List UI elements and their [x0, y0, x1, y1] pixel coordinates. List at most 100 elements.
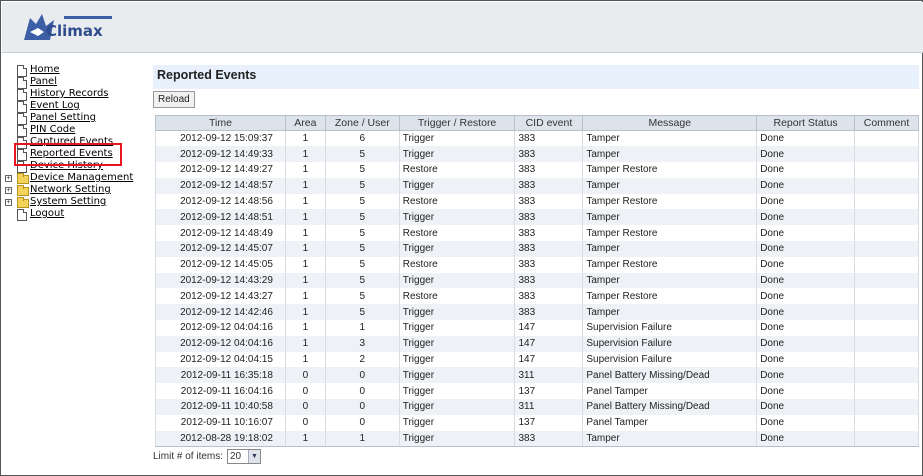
table-row: 2012-09-12 14:48:49 1 5 Restore 383 Tamper Re… [155, 225, 920, 242]
table-cell [853, 209, 920, 226]
table-cell: Tamper [582, 209, 758, 226]
table-cell: Done [756, 177, 855, 194]
sidebar-item-label[interactable]: System Setting [30, 196, 106, 208]
table-cell: 1 [284, 193, 326, 210]
table-cell: 1 [324, 430, 400, 447]
table-cell: 5 [324, 241, 400, 257]
table-cell [853, 367, 920, 384]
table-cell: 2012-09-12 14:45:07 [155, 241, 286, 257]
title-bar: Reported Events [153, 65, 919, 89]
table-cell: 2012-09-11 16:35:18 [155, 367, 286, 384]
table-cell: 383 [514, 177, 584, 194]
table-header-row: Time Area Zone / User Trigger / Restore CID … [155, 115, 920, 131]
table-cell: Tamper [582, 272, 758, 289]
table-row: 2012-09-11 10:16:07 0 0 Trigger 137 Panel Tam… [155, 414, 920, 431]
table-cell: 2012-09-12 14:48:49 [155, 225, 286, 242]
table-cell: 5 [324, 225, 400, 242]
table-cell: 5 [324, 288, 400, 305]
expand-plus-icon[interactable]: + [5, 175, 12, 182]
sidebar-item-label[interactable]: Logout [30, 208, 64, 220]
table-cell: Trigger [398, 146, 516, 163]
table-cell: 383 [514, 193, 584, 210]
table-cell: Trigger [398, 241, 516, 257]
table-cell: 5 [324, 146, 400, 163]
doc-icon [17, 65, 27, 77]
table-row: 2012-09-12 14:48:51 1 5 Trigger 383 Tamper Don… [155, 209, 920, 226]
table-row: 2012-09-12 04:04:16 1 3 Trigger 147 Supervisi… [155, 335, 920, 352]
table-cell [853, 399, 920, 415]
table-cell: Tamper [582, 304, 758, 321]
sidebar-item-label[interactable]: Device Management [30, 172, 133, 184]
table-cell: 5 [324, 162, 400, 178]
table-cell: 383 [514, 209, 584, 226]
table-row: 2012-09-12 04:04:15 1 2 Trigger 147 Supervisi… [155, 351, 920, 368]
table-cell: Trigger [398, 272, 516, 289]
reload-button[interactable]: Reload [153, 91, 195, 108]
table-cell: Done [756, 130, 855, 147]
table-cell: 5 [324, 209, 400, 226]
table-cell: Restore [398, 225, 516, 242]
sidebar-item-label[interactable]: Home [30, 64, 60, 76]
table-cell: 1 [284, 225, 326, 242]
table-cell: 2012-09-12 14:42:46 [155, 304, 286, 321]
table-cell: Trigger [398, 399, 516, 415]
table-cell: 1 [284, 288, 326, 305]
table-cell: 2012-09-12 04:04:16 [155, 335, 286, 352]
climax-logo[interactable]: Climax [20, 10, 120, 48]
table-cell: Tamper Restore [582, 193, 758, 210]
column-header: Comment [853, 115, 920, 131]
chevron-down-icon[interactable]: ▼ [248, 450, 260, 463]
limit-select[interactable]: 20 ▼ [227, 449, 261, 464]
table-cell: 1 [284, 304, 326, 321]
sidebar-item-label[interactable]: History Records [30, 88, 109, 100]
table-cell: 383 [514, 225, 584, 242]
expand-plus-icon[interactable]: + [5, 187, 12, 194]
table-cell: Done [756, 320, 855, 336]
table-cell: Tamper Restore [582, 162, 758, 178]
table-cell: 0 [284, 367, 326, 384]
table-cell: 2012-09-12 14:43:29 [155, 272, 286, 289]
sidebar-item-label[interactable]: Panel [30, 76, 57, 88]
table-cell: Trigger [398, 367, 516, 384]
header-bar: Climax [2, 2, 923, 53]
table-cell: Trigger [398, 130, 516, 147]
table-cell: Panel Tamper [582, 383, 758, 400]
table-cell [853, 130, 920, 147]
table-cell: Tamper [582, 430, 758, 447]
column-header: Report Status [756, 115, 855, 131]
table-cell: 311 [514, 367, 584, 384]
column-header: Zone / User [324, 115, 400, 131]
table-cell: Done [756, 225, 855, 242]
table-cell: 311 [514, 399, 584, 415]
table-cell: 2012-08-28 19:18:02 [155, 430, 286, 447]
table-cell [853, 162, 920, 178]
table-cell: Done [756, 256, 855, 273]
sidebar-item-label[interactable]: Event Log [30, 100, 80, 112]
table-cell: 2012-09-12 15:09:37 [155, 130, 286, 147]
doc-icon [17, 89, 27, 101]
doc-icon [17, 113, 27, 125]
table-row: 2012-09-12 14:45:05 1 5 Restore 383 Tamper Re… [155, 256, 920, 273]
table-cell: Tamper Restore [582, 288, 758, 305]
table-cell: 147 [514, 351, 584, 368]
limit-value: 20 [230, 451, 242, 462]
sidebar-item-label[interactable]: PIN Code [30, 124, 75, 136]
table-cell: Trigger [398, 335, 516, 352]
column-header: CID event [514, 115, 584, 131]
table-cell: 0 [284, 383, 326, 400]
table-cell: 1 [284, 351, 326, 368]
table-cell: Tamper [582, 241, 758, 257]
sidebar-item-label[interactable]: Panel Setting [30, 112, 96, 124]
table-cell: Tamper [582, 130, 758, 147]
table-row: 2012-09-12 14:49:27 1 5 Restore 383 Tamper Re… [155, 162, 920, 178]
table-cell: 2012-09-12 14:49:33 [155, 146, 286, 163]
table-cell: 2012-09-12 04:04:15 [155, 351, 286, 368]
table-cell: Done [756, 162, 855, 178]
sidebar-item-label[interactable]: Network Setting [30, 184, 111, 196]
expand-plus-icon[interactable]: + [5, 199, 12, 206]
table-cell [853, 351, 920, 368]
sidebar-item-logout[interactable]: Logout [9, 208, 149, 221]
table-cell: Supervision Failure [582, 320, 758, 336]
table-cell: 2012-09-12 04:04:16 [155, 320, 286, 336]
table-cell: 2012-09-12 14:45:05 [155, 256, 286, 273]
